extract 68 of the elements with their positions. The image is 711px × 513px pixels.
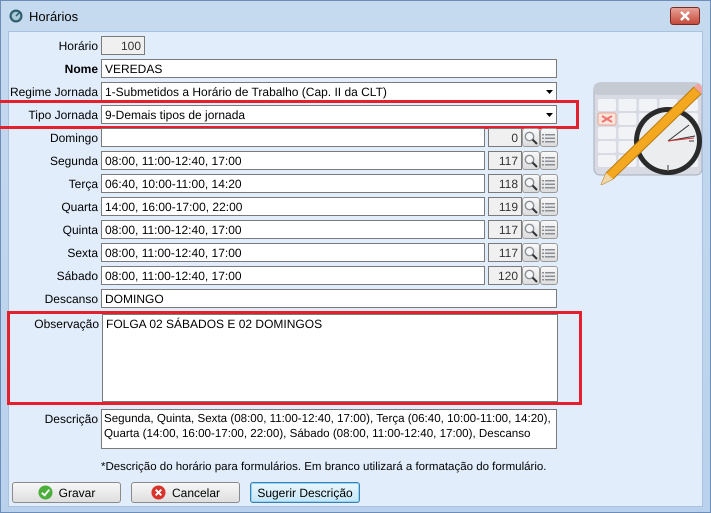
field-label: Tipo Jornada: [27, 108, 99, 122]
field-label: Quinta: [62, 222, 99, 236]
field-label: Nome: [64, 62, 99, 76]
text-area[interactable]: Segunda, Quinta, Sexta (08:00, 11:00-12:40, 17:00), Terça (06:40, 10:00-11:00, 14:20), Quarta (14:00, 16:00-17:00, 22:00), Sábado (08:00, 11:00-12:40, 17:00), Descanso: [101, 409, 557, 449]
field-label: Sexta: [66, 246, 99, 260]
list-icon: [542, 246, 556, 258]
input-field[interactable]: VEREDAS: [101, 59, 557, 78]
field-label: Terça: [68, 176, 99, 190]
field-label: Segunda: [48, 154, 99, 168]
input-field[interactable]: 08:00, 11:00-12:40, 17:00: [101, 266, 485, 285]
caret-icon: [546, 90, 553, 94]
number-field: 118: [488, 174, 522, 193]
caret-icon: [546, 112, 553, 116]
list-icon: [542, 270, 556, 282]
list-icon: [542, 178, 556, 190]
hint-text: *Descrição do horário para formulários. Em branco utilizará a formatação do formulário.: [101, 461, 548, 473]
list-icon: [542, 200, 556, 212]
list-icon: [542, 154, 556, 166]
search-icon: [524, 222, 538, 236]
search-button[interactable]: [522, 243, 540, 262]
field-label: Descanso: [44, 292, 99, 306]
number-field: 117: [488, 243, 522, 262]
field-label: Observação: [33, 316, 100, 331]
save-button[interactable]: Gravar: [12, 482, 121, 503]
input-field[interactable]: DOMINGO: [101, 289, 557, 308]
cancel-icon: [150, 485, 166, 500]
search-button[interactable]: [522, 128, 540, 147]
number-field: 120: [488, 266, 522, 285]
search-button[interactable]: [522, 197, 540, 216]
field-label: Horário: [58, 38, 99, 52]
suggest-button[interactable]: Sugerir Descrição: [250, 482, 360, 503]
number-field: 117: [488, 220, 522, 239]
search-icon: [524, 176, 538, 190]
input-field[interactable]: 08:00, 11:00-12:40, 17:00: [101, 151, 485, 170]
text-area[interactable]: FOLGA 02 SÁBADOS E 02 DOMINGOS: [102, 314, 558, 402]
number-field: 117: [488, 151, 522, 170]
search-button[interactable]: [522, 151, 540, 170]
search-button[interactable]: [522, 266, 540, 285]
close-button[interactable]: [670, 7, 700, 25]
number-field: 119: [488, 197, 522, 216]
input-field[interactable]: 06:40, 10:00-11:00, 14:20: [101, 174, 485, 193]
search-icon: [524, 246, 538, 260]
field-label: Quarta: [60, 200, 99, 214]
input-field[interactable]: 08:00, 11:00-12:40, 17:00: [101, 243, 485, 262]
search-icon: [524, 268, 538, 282]
close-icon: [679, 11, 691, 21]
list-icon: [542, 132, 556, 144]
field-label: Regime Jornada: [9, 84, 99, 98]
search-button[interactable]: [522, 220, 540, 239]
search-icon: [524, 200, 538, 214]
input-field[interactable]: 14:00, 16:00-17:00, 22:00: [101, 197, 485, 216]
search-icon: [524, 154, 538, 168]
input-field[interactable]: [101, 128, 485, 147]
search-button[interactable]: [522, 174, 540, 193]
dropdown[interactable]: 9-Demais tipos de jornada: [101, 105, 557, 124]
dropdown[interactable]: 1-Submetidos a Horário de Trabalho (Cap. II da CLT): [101, 82, 557, 101]
number-field: 100: [101, 36, 145, 55]
field-label: Domingo: [48, 130, 99, 144]
number-field: 0: [488, 128, 522, 147]
cancel-button[interactable]: Cancelar: [131, 482, 240, 503]
window-title: Horários: [29, 8, 80, 24]
search-icon: [524, 130, 538, 144]
input-field[interactable]: 08:00, 11:00-12:40, 17:00: [101, 220, 485, 239]
field-label: Descrição: [44, 411, 99, 426]
clock-icon: [9, 9, 23, 23]
list-icon: [542, 224, 556, 236]
field-label: Sábado: [56, 268, 99, 282]
check-icon: [38, 485, 53, 500]
